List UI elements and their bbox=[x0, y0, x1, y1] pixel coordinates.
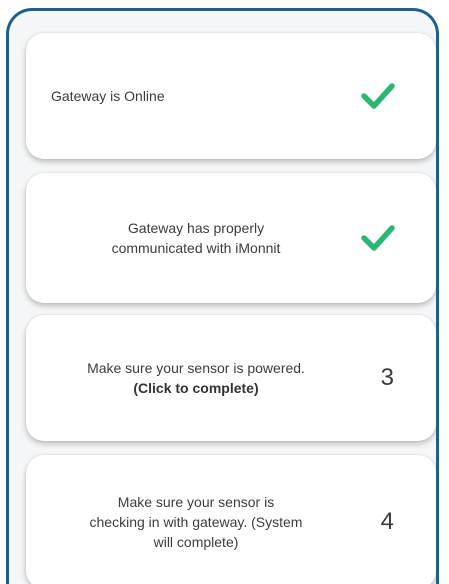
step-label: Make sure your sensor is powered. (Click… bbox=[51, 315, 341, 441]
step-text: Make sure your sensor is powered. bbox=[87, 359, 305, 376]
step-text: Gateway has properly communicated with i… bbox=[111, 219, 281, 256]
step-card-gateway-online[interactable]: Gateway is Online bbox=[26, 33, 436, 159]
step-card-sensor-checking-in[interactable]: Make sure your sensor is checking in wit… bbox=[26, 455, 436, 584]
step-text: Make sure your sensor is checking in wit… bbox=[89, 493, 303, 551]
setup-checklist-panel: Gateway is Online Gateway has properly c… bbox=[6, 8, 439, 584]
step-card-sensor-powered[interactable]: Make sure your sensor is powered. (Click… bbox=[26, 315, 436, 441]
step-label: Gateway has properly communicated with i… bbox=[51, 173, 341, 303]
checkmark-icon bbox=[361, 83, 395, 109]
step-label: Gateway is Online bbox=[51, 33, 326, 159]
checkmark-icon bbox=[361, 225, 395, 251]
step-label: Make sure your sensor is checking in wit… bbox=[51, 455, 341, 584]
step-text: Gateway is Online bbox=[51, 87, 165, 104]
step-card-gateway-communicated[interactable]: Gateway has properly communicated with i… bbox=[26, 173, 436, 303]
step-number: 4 bbox=[380, 508, 394, 535]
step-number: 3 bbox=[380, 364, 394, 391]
click-to-complete-link[interactable]: (Click to complete) bbox=[133, 378, 258, 398]
